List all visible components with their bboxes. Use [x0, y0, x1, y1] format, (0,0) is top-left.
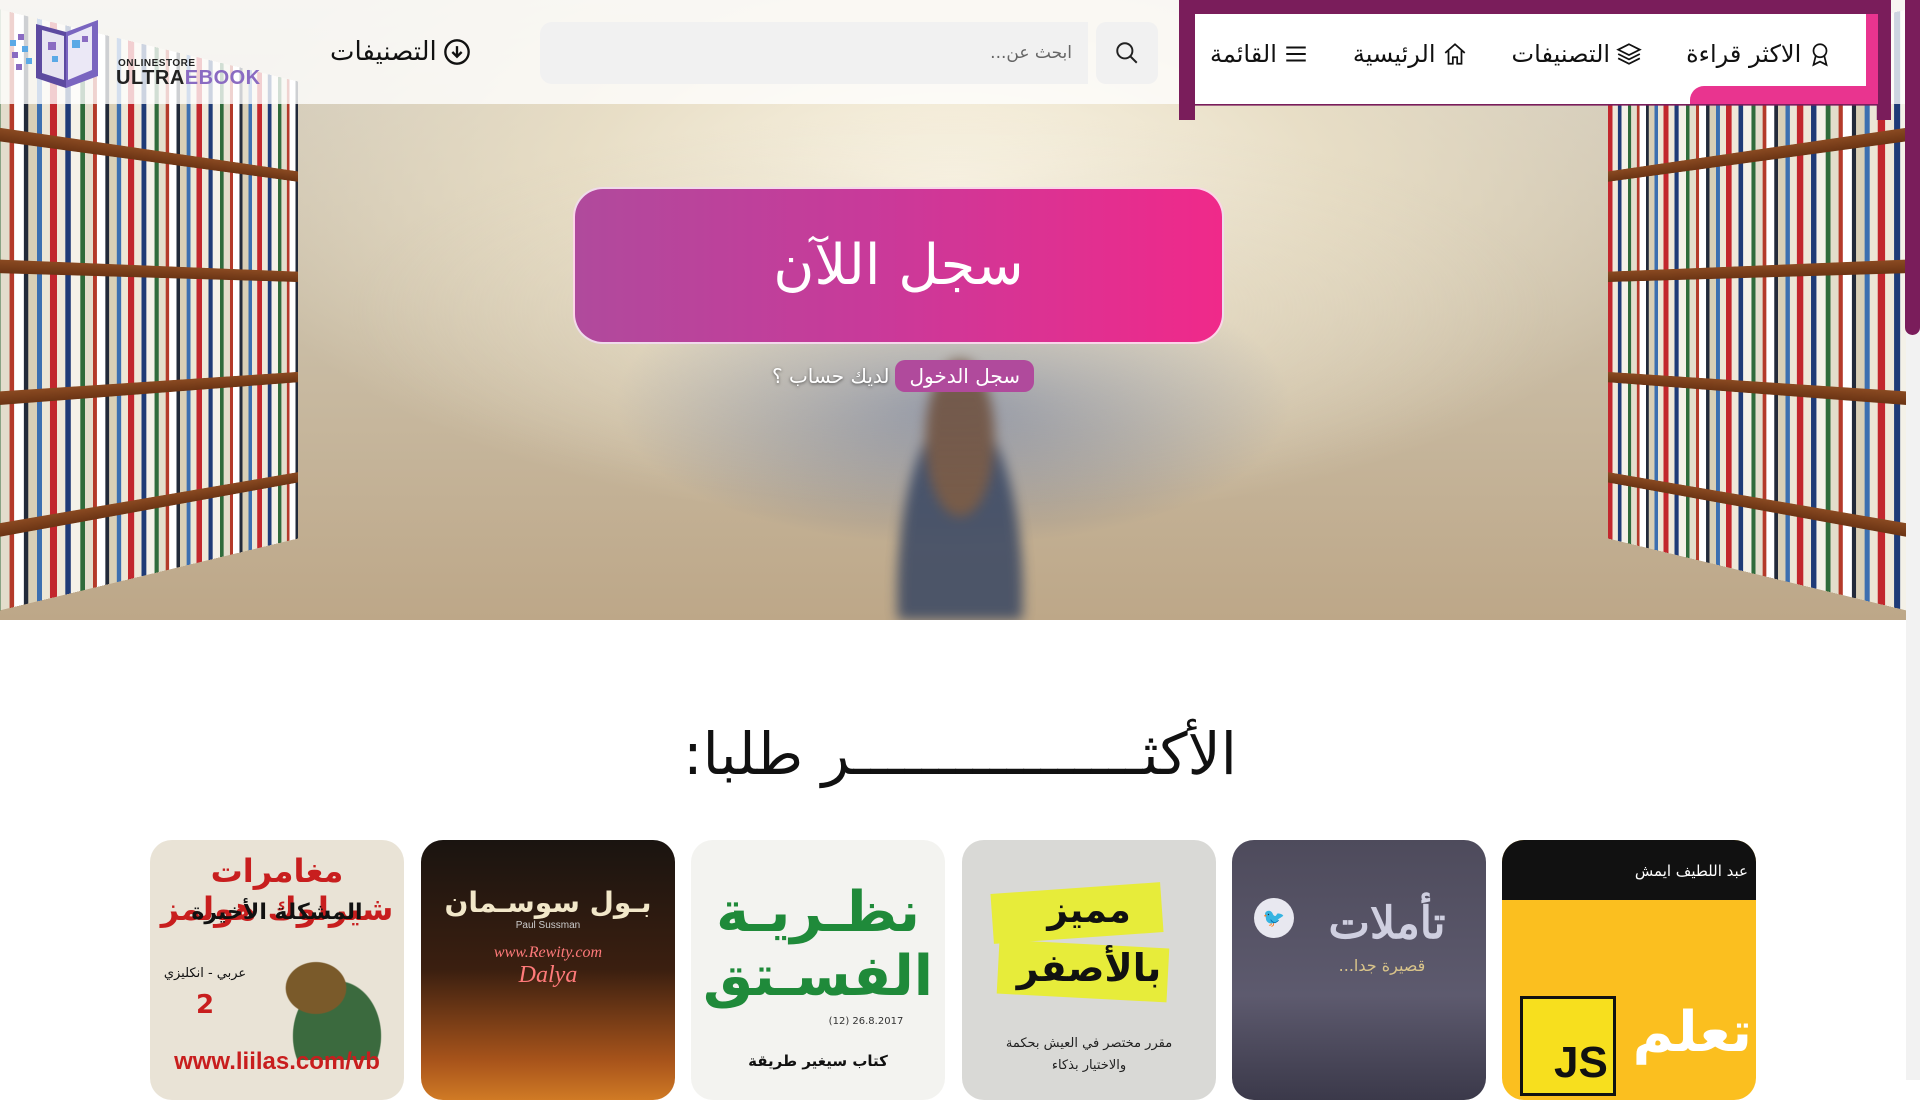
book-card[interactable]: عبد اللطيف ايمش JS تعلم [1502, 840, 1756, 1100]
book-date: 26.8.2017 (12) [801, 1016, 931, 1027]
nav-item-categories[interactable]: التصنيفات [1512, 40, 1643, 68]
book-title: تعلم [1622, 1000, 1752, 1065]
main-nav-items: القائمة الرئيسية التصنيفات الاكثر قراءة [1210, 34, 1850, 74]
book-author: بـول سوسـمان [421, 886, 675, 919]
twitter-bird-icon: 🐦 [1254, 898, 1294, 938]
book-title: تأملات [1292, 898, 1482, 949]
book-author: عبد اللطيف ايمش [1502, 862, 1748, 880]
layers-icon [1616, 41, 1642, 67]
have-account-text: لديك حساب ؟ [772, 364, 889, 388]
nav-item-label: الرئيسية [1353, 40, 1436, 68]
nav-accent-bar [1690, 86, 1878, 104]
nav-item-label: التصنيفات [1512, 40, 1611, 68]
book-card[interactable]: مميز بالأصفر مقرر مختصر في العيش بحكمة و… [962, 840, 1216, 1100]
js-logo-text: JS [1554, 1038, 1608, 1088]
arrow-down-circle-icon [443, 38, 471, 66]
book-card[interactable]: مغامرات شيرلوك هولمز المشكلة الأخيرة عرب… [150, 840, 404, 1100]
search-button[interactable] [1096, 22, 1158, 84]
search-input[interactable] [540, 22, 1088, 84]
register-now-button[interactable]: سجل اللآن [573, 187, 1224, 344]
book-language: عربي - انكليزي [160, 966, 250, 981]
book-subtitle: مقرر مختصر في العيش بحكمة [962, 1036, 1216, 1051]
book-author-latin: Paul Sussman [421, 920, 675, 931]
categories-dropdown-label: التصنيفات [330, 37, 437, 67]
login-button[interactable]: سجل الدخول [895, 360, 1034, 392]
search-icon [1114, 40, 1140, 66]
book-tagline: كتاب سيغير طريقة [691, 1052, 945, 1070]
categories-dropdown[interactable]: التصنيفات [330, 32, 471, 72]
books-logo-icon [8, 10, 108, 90]
book-card[interactable]: نظـريـة الفسـتق 26.8.2017 (12) كتاب سيغي… [691, 840, 945, 1100]
book-subtitle: قصيرة جدا... [1292, 956, 1472, 975]
book-volume: 2 [190, 990, 220, 1020]
site-logo[interactable]: ONLINESTORE ULTRAEBOOK [8, 8, 283, 88]
nav-item-menu[interactable]: القائمة [1210, 40, 1309, 68]
section-title: الأكثـــــــــــــــــر طلبا: [600, 720, 1320, 800]
book-subtitle: المشكلة الأخيرة [150, 900, 404, 925]
book-subtitle-2: والاختيار بذكاء [962, 1058, 1216, 1073]
logo-brand: ULTRAEBOOK [116, 67, 261, 90]
search-bar [540, 22, 1158, 84]
book-title-2: بالأصفر [962, 946, 1216, 990]
books-row: مغامرات شيرلوك هولمز المشكلة الأخيرة عرب… [150, 840, 1755, 1080]
hero-person [880, 360, 1040, 620]
have-account-row: لديك حساب ؟ سجل الدخول [772, 357, 1042, 395]
award-icon [1807, 41, 1833, 67]
menu-icon [1283, 41, 1309, 67]
home-icon [1442, 41, 1468, 67]
nav-item-most-read[interactable]: الاكثر قراءة [1686, 40, 1833, 68]
book-title: نظـريـة [691, 880, 945, 945]
nav-item-home[interactable]: الرئيسية [1353, 40, 1468, 68]
book-title: مميز [962, 890, 1216, 931]
book-url: www.liilas.com/vb [150, 1048, 404, 1076]
book-card[interactable]: 🐦 تأملات قصيرة جدا... [1232, 840, 1486, 1100]
book-card[interactable]: بـول سوسـمان Paul Sussman www.Rewity.com… [421, 840, 675, 1100]
book-watermark-name: Dalya [421, 962, 675, 989]
book-cover-illustration [260, 940, 400, 1060]
nav-item-label: الاكثر قراءة [1686, 40, 1801, 68]
book-title-2: الفسـتق [691, 944, 945, 1009]
page-scrollbar-thumb[interactable] [1905, 0, 1920, 335]
book-watermark-url: www.Rewity.com [421, 944, 675, 962]
nav-item-label: القائمة [1210, 40, 1277, 68]
